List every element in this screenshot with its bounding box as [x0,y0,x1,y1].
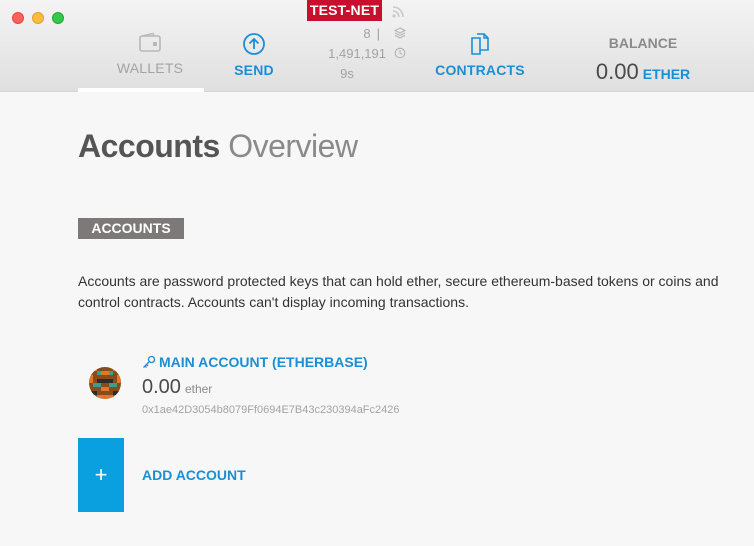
layers-icon [394,27,406,39]
wallet-icon [139,32,161,52]
top-header: TEST-NET WALLETS SEND 8 | 1,491,191 9s C… [0,0,754,92]
account-name: MAIN ACCOUNT (ETHERBASE) [159,354,368,370]
add-account-label[interactable]: ADD ACCOUNT [142,467,246,483]
send-arrow-icon [243,33,265,55]
identicon-avatar [89,367,121,399]
accounts-section-label: ACCOUNTS [78,218,184,239]
nav-wallets[interactable]: WALLETS [95,32,205,76]
balance-summary: BALANCE 0.00 ETHER [580,35,706,85]
window-close-button[interactable] [12,12,24,24]
nav-send-label: SEND [234,62,274,78]
page-title: Accounts Overview [78,128,358,165]
accounts-description: Accounts are password protected keys tha… [78,273,719,310]
peers-row: 8 | [300,23,406,43]
balance-label: BALANCE [608,35,678,51]
clock-icon [394,47,406,59]
network-badge: TEST-NET [307,0,382,21]
window-zoom-button[interactable] [52,12,64,24]
account-balance: 0.00 ether [142,376,212,399]
nav-contracts[interactable]: CONTRACTS [428,32,532,78]
account-unit: ether [184,382,213,396]
window-minimize-button[interactable] [32,12,44,24]
page-title-primary: Accounts [78,128,220,164]
balance-unit: ETHER [642,66,691,82]
active-tab-indicator [78,88,204,92]
block-info: 8 | 1,491,191 9s [300,23,406,83]
rss-icon [392,6,404,18]
block-number-row: 1,491,191 [300,43,406,63]
account-amount: 0.00 [142,376,181,398]
nav-wallets-label: WALLETS [116,60,184,76]
key-icon [143,355,156,368]
page-title-secondary: Overview [228,128,358,164]
account-item[interactable]: MAIN ACCOUNT (ETHERBASE) 0.00 ether 0x1ae… [88,352,508,422]
block-number: 1,491,191 [328,45,386,61]
peer-count: 8 [363,25,371,41]
nav-contracts-label: CONTRACTS [435,62,525,78]
account-address: 0x1ae42D3054b8079Ff0694E7B43c230394aFc24… [142,404,400,416]
balance-amount: 0.00 [595,59,639,84]
add-account-button[interactable]: + [78,438,124,512]
separator: | [376,25,380,41]
account-name-link[interactable]: MAIN ACCOUNT (ETHERBASE) [142,354,368,370]
time-since-block: 9s [340,65,354,81]
contracts-icon [471,33,489,55]
nav-send[interactable]: SEND [214,32,294,78]
time-row: 9s [300,63,406,83]
